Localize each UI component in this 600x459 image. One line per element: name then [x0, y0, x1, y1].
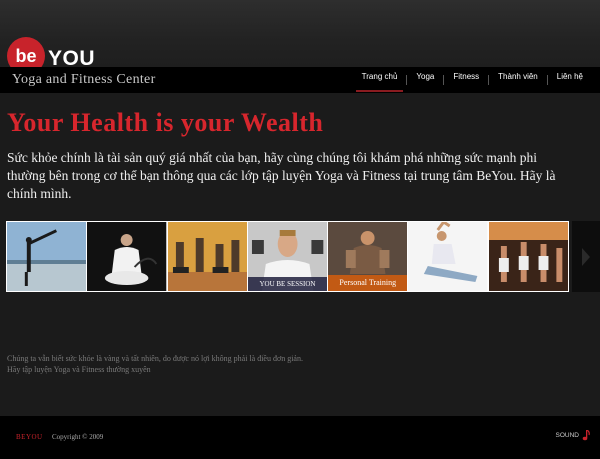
nav-item-fitness[interactable]: Fitness — [444, 67, 488, 93]
footer-note-line-1: Chúng ta vẫn biết sức khỏe là vàng và tấ… — [7, 354, 303, 363]
nav-item-members[interactable]: Thành viên — [489, 67, 547, 93]
intro-paragraph: Sức khỏe chính là tài sản quý giá nhất c… — [7, 150, 556, 201]
nav-item-home[interactable]: Trang chủ — [353, 67, 407, 93]
gallery-caption-personal-training: Personal Training — [328, 275, 408, 291]
photo-gallery: YOU BE SESSION Personal Training — [6, 221, 569, 292]
nav-item-yoga[interactable]: Yoga — [407, 67, 443, 93]
main-nav: Trang chủ Yoga Fitness Thành viên Liên h… — [353, 67, 592, 93]
gallery-photo-group-yoga[interactable] — [488, 222, 568, 291]
gallery-photo-beach-yoga[interactable] — [7, 222, 87, 291]
page-headline: Your Health is your Wealth — [7, 108, 324, 137]
gallery-photo-class[interactable] — [167, 222, 247, 291]
nav-bar: Yoga and Fitness Center Trang chủ Yoga F… — [0, 67, 600, 93]
gallery-caption-session: YOU BE SESSION — [247, 277, 328, 291]
sound-label: SOUND — [555, 432, 579, 439]
triangle-right-icon — [582, 247, 590, 266]
top-header: be YOU — [0, 0, 600, 75]
gallery-photo-stretch[interactable] — [408, 222, 488, 291]
nav-item-contact[interactable]: Liên hệ — [548, 67, 592, 93]
tagline: Yoga and Fitness Center — [12, 72, 156, 87]
sound-toggle[interactable]: SOUND — [556, 430, 590, 441]
footer-note: Chúng ta vẫn biết sức khỏe là vàng và tấ… — [7, 353, 303, 375]
gallery-photo-personal-training[interactable]: Personal Training — [328, 222, 408, 291]
gallery-next-button[interactable] — [572, 221, 600, 292]
footer-copyright: Copyright © 2009 — [52, 433, 104, 441]
gallery-photo-session[interactable]: YOU BE SESSION — [247, 222, 328, 291]
footer-note-line-2: Hãy tập luyện Yoga và Fitness thường xuy… — [7, 365, 151, 374]
music-note-icon — [582, 430, 590, 441]
logo-be-text: be — [15, 45, 37, 66]
footer-bar: BEYOU Copyright © 2009 SOUND — [0, 416, 600, 459]
footer-brand: BEYOU — [16, 433, 43, 441]
gallery-photo-meditation[interactable] — [87, 222, 167, 291]
